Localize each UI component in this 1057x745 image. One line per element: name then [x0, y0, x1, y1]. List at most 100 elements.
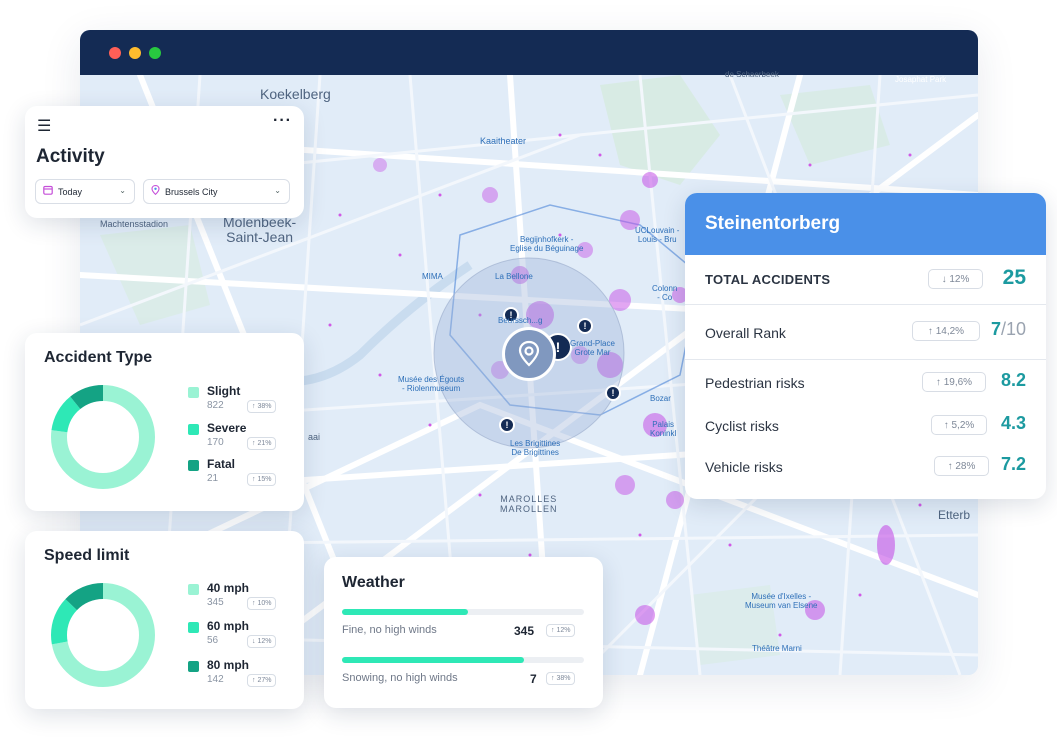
change-badge: ↑ 19,6% — [922, 372, 986, 392]
change-badge: ↑ 27% — [247, 674, 277, 687]
accident-marker-4[interactable]: ! — [605, 385, 621, 401]
weather-panel: Weather Fine, no high winds 345 ↑ 12% Sn… — [324, 557, 603, 708]
legend-value: 56 — [207, 635, 219, 646]
legend-swatch — [188, 661, 199, 672]
date-filter-label: Today — [58, 186, 83, 197]
map-label-theatre-marni: Théâtre Marni — [752, 644, 802, 653]
change-badge: ↑ 12% — [546, 624, 576, 637]
close-window-dot-icon[interactable] — [109, 47, 121, 59]
map-pin-icon — [151, 185, 160, 198]
weather-bar-fill — [342, 609, 468, 615]
change-badge: ↓ 12% — [928, 269, 983, 289]
weather-value: 7 — [530, 672, 537, 686]
chevron-down-icon: ⌄ — [119, 186, 126, 195]
map-label-marolles: MAROLLES MAROLLEN — [500, 494, 558, 514]
location-filter-label: Brussels City — [165, 186, 218, 197]
row-vehicle-risks: Vehicle risks ↑ 28% 7.2 — [685, 439, 1046, 479]
accident-marker-2[interactable]: ! — [577, 318, 593, 334]
speed-limit-donut-chart — [51, 583, 155, 687]
row-pedestrian-risks: Pedestrian risks ↑ 19,6% 8.2 — [685, 359, 1046, 399]
accident-type-panel: Accident Type Slight 822 ↑ 38% Severe 17… — [25, 333, 304, 511]
map-label-kaaitheater: Kaaitheater — [480, 136, 527, 146]
row-label: Overall Rank — [705, 325, 786, 341]
map-label-palais: Palais Koninkl — [650, 420, 677, 438]
row-total-accidents: TOTAL ACCIDENTS ↓ 12% 25 — [685, 255, 1046, 305]
legend-name: Severe — [207, 421, 247, 435]
row-label: Pedestrian risks — [705, 375, 805, 391]
legend-value: 822 — [207, 400, 224, 411]
change-badge: ↓ 12% — [247, 635, 277, 648]
legend-name: Fatal — [207, 457, 236, 471]
weather-label: Snowing, no high winds — [342, 672, 458, 684]
legend-swatch — [188, 460, 199, 471]
minimize-window-dot-icon[interactable] — [129, 47, 141, 59]
map-label-musee-ixelles: Musée d'Ixelles - Museum van Elsene — [745, 592, 818, 610]
map-label-etterbeek: Etterb — [938, 508, 971, 522]
legend-name: 60 mph — [207, 619, 250, 633]
change-badge: ↑ 28% — [934, 456, 989, 476]
calendar-icon — [43, 185, 53, 198]
legend-swatch — [188, 387, 199, 398]
exclamation-icon: ! — [583, 321, 587, 331]
map-label-la-bellone: La Bellone — [495, 272, 533, 281]
location-pin-icon — [518, 340, 540, 367]
weather-value: 345 — [514, 624, 535, 638]
map-label-josaphat: Josaphat Park — [895, 75, 947, 84]
change-badge: ↑ 14,2% — [912, 321, 980, 341]
weather-label: Fine, no high winds — [342, 624, 437, 636]
location-filter-dropdown[interactable]: Brussels City ⌄ — [143, 179, 290, 204]
legend-value: 142 — [207, 674, 224, 685]
row-value: 8.2 — [1000, 370, 1026, 390]
legend-value: 21 — [207, 473, 219, 484]
legend-name: 80 mph — [207, 658, 250, 672]
rank-value: 7 — [990, 319, 1001, 339]
row-value: 7.2 — [1000, 454, 1026, 474]
window-titlebar — [80, 30, 978, 75]
map-label-grand-place: Grand-Place Grote Mar — [570, 339, 615, 357]
activity-title: Activity — [36, 146, 105, 167]
legend-value: 345 — [207, 597, 224, 608]
date-filter-dropdown[interactable]: Today ⌄ — [35, 179, 135, 204]
row-overall-rank: Overall Rank ↑ 14,2% 7/10 — [685, 305, 1046, 359]
accident-marker-5[interactable]: ! — [499, 417, 515, 433]
weather-title: Weather — [342, 574, 405, 591]
map-label-brigittines: Les Brigittines De Brigittines — [510, 439, 561, 457]
rank-suffix: /10 — [1000, 319, 1026, 339]
map-label-bozar: Bozar — [650, 394, 671, 403]
exclamation-icon: ! — [555, 339, 561, 355]
weather-bar-fill — [342, 657, 524, 663]
legend-swatch — [188, 584, 199, 595]
row-label: Vehicle risks — [705, 459, 783, 475]
legend-name: Slight — [207, 384, 241, 398]
location-details-panel: Steinentorberg TOTAL ACCIDENTS ↓ 12% 25 … — [685, 193, 1046, 499]
speed-limit-panel: Speed limit 40 mph 345 ↑ 10% 60 mph 56 ↓… — [25, 531, 304, 709]
accident-type-donut-chart — [51, 385, 155, 489]
map-label-schaerbeek: de Schaerbeek — [725, 70, 779, 79]
row-value: 25 — [1002, 266, 1026, 289]
map-label-machtensstadion: Machtensstadion — [100, 219, 169, 229]
map-label-musee-egouts: Musée des Égouts - Riolenmuseum — [398, 375, 465, 393]
speed-limit-title: Speed limit — [44, 547, 130, 564]
change-badge: ↑ 21% — [247, 437, 277, 450]
chevron-down-icon: ⌄ — [274, 186, 281, 195]
more-dots-icon[interactable]: ··· — [273, 112, 292, 130]
change-badge: ↑ 38% — [546, 672, 576, 685]
accident-type-title: Accident Type — [44, 349, 153, 366]
row-value: 7/10 — [991, 319, 1026, 340]
activity-panel: ☰ ··· Activity Today ⌄ Brussels City ⌄ — [25, 106, 304, 218]
map-label-molenbeek: Molenbeek- Saint-Jean — [223, 214, 297, 246]
legend-value: 170 — [207, 437, 224, 448]
row-label: Cyclist risks — [705, 418, 779, 434]
map-label-koekelberg: Koekelberg — [260, 86, 331, 102]
map-label-colonne: Colonn - Co — [652, 284, 678, 302]
selected-location-pin[interactable] — [502, 327, 556, 381]
map-label-quai: aai — [308, 432, 321, 442]
maximize-window-dot-icon[interactable] — [149, 47, 161, 59]
map-label-beurs: Beurssch...g — [498, 316, 543, 325]
weather-bar-fine — [342, 609, 584, 615]
hamburger-menu-icon[interactable]: ☰ — [37, 116, 51, 136]
map-label-mima: MIMA — [422, 272, 443, 281]
dashboard-stage: ! ! ! ! ! Koekelberg Molenbeek- Saint-Je… — [0, 0, 1057, 745]
exclamation-icon: ! — [505, 420, 509, 430]
location-details-header: Steinentorberg — [685, 193, 1046, 255]
